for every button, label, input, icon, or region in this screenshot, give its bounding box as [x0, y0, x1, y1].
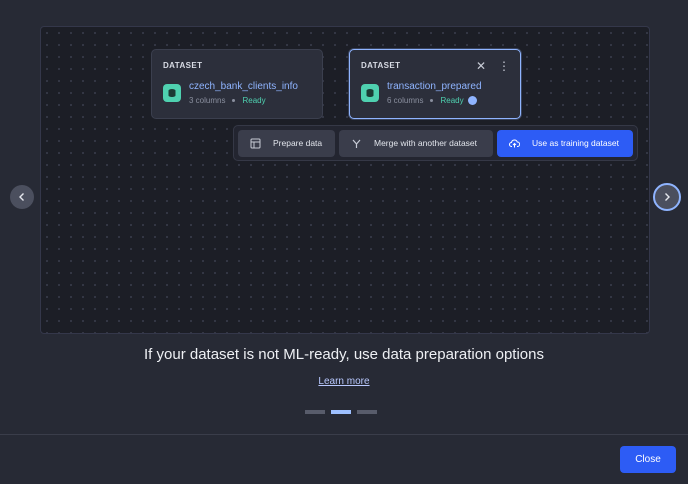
more-options-icon[interactable]: ⋮: [498, 60, 510, 72]
dataset-name: czech_bank_clients_info: [189, 81, 298, 92]
pagination-dots: [305, 410, 377, 414]
cursor-icon: [467, 96, 477, 105]
pagination-dot-1[interactable]: [305, 410, 325, 414]
learn-more-link[interactable]: Learn more: [0, 376, 688, 387]
prepare-data-button[interactable]: Prepare data: [238, 129, 335, 157]
previous-slide-button[interactable]: [10, 185, 34, 209]
merge-icon: [352, 139, 361, 148]
separator-dot: [232, 99, 236, 102]
column-count: 3 columns: [189, 96, 226, 105]
status-badge: Ready: [440, 96, 464, 105]
database-icon: [361, 84, 379, 102]
merge-dataset-button[interactable]: Merge with another dataset: [339, 129, 493, 157]
preview-canvas: DATASET czech_bank_clients_info 3 column…: [40, 26, 650, 334]
use-as-training-button[interactable]: Use as training dataset: [497, 129, 633, 157]
separator-dot: [430, 99, 434, 102]
use-as-training-label: Use as training dataset: [532, 138, 619, 148]
chevron-right-icon: [665, 193, 670, 201]
dataset-action-toolbar: Prepare data Merge with another dataset …: [233, 125, 638, 161]
table-icon: [250, 138, 261, 148]
pagination-dot-3[interactable]: [357, 410, 377, 414]
pagination-dot-2[interactable]: [331, 410, 351, 414]
upload-cloud-icon: [509, 138, 520, 147]
merge-dataset-label: Merge with another dataset: [374, 138, 478, 148]
dataset-card-czech-bank[interactable]: DATASET czech_bank_clients_info 3 column…: [151, 49, 323, 119]
dataset-card-transaction-prepared[interactable]: DATASET ✕ ⋮ transaction_prepared 6 colum…: [349, 49, 521, 119]
slide-headline: If your dataset is not ML-ready, use dat…: [144, 346, 544, 363]
card-type-label: DATASET: [163, 61, 203, 70]
column-count: 6 columns: [387, 96, 424, 105]
footer-divider: [0, 434, 688, 435]
close-icon[interactable]: ✕: [476, 60, 486, 72]
database-icon: [163, 84, 181, 102]
next-slide-button[interactable]: [653, 183, 681, 211]
chevron-left-icon: [19, 193, 24, 201]
close-button[interactable]: Close: [620, 446, 676, 473]
dataset-name: transaction_prepared: [387, 81, 482, 92]
prepare-data-label: Prepare data: [273, 138, 323, 148]
status-badge: Ready: [242, 96, 266, 105]
